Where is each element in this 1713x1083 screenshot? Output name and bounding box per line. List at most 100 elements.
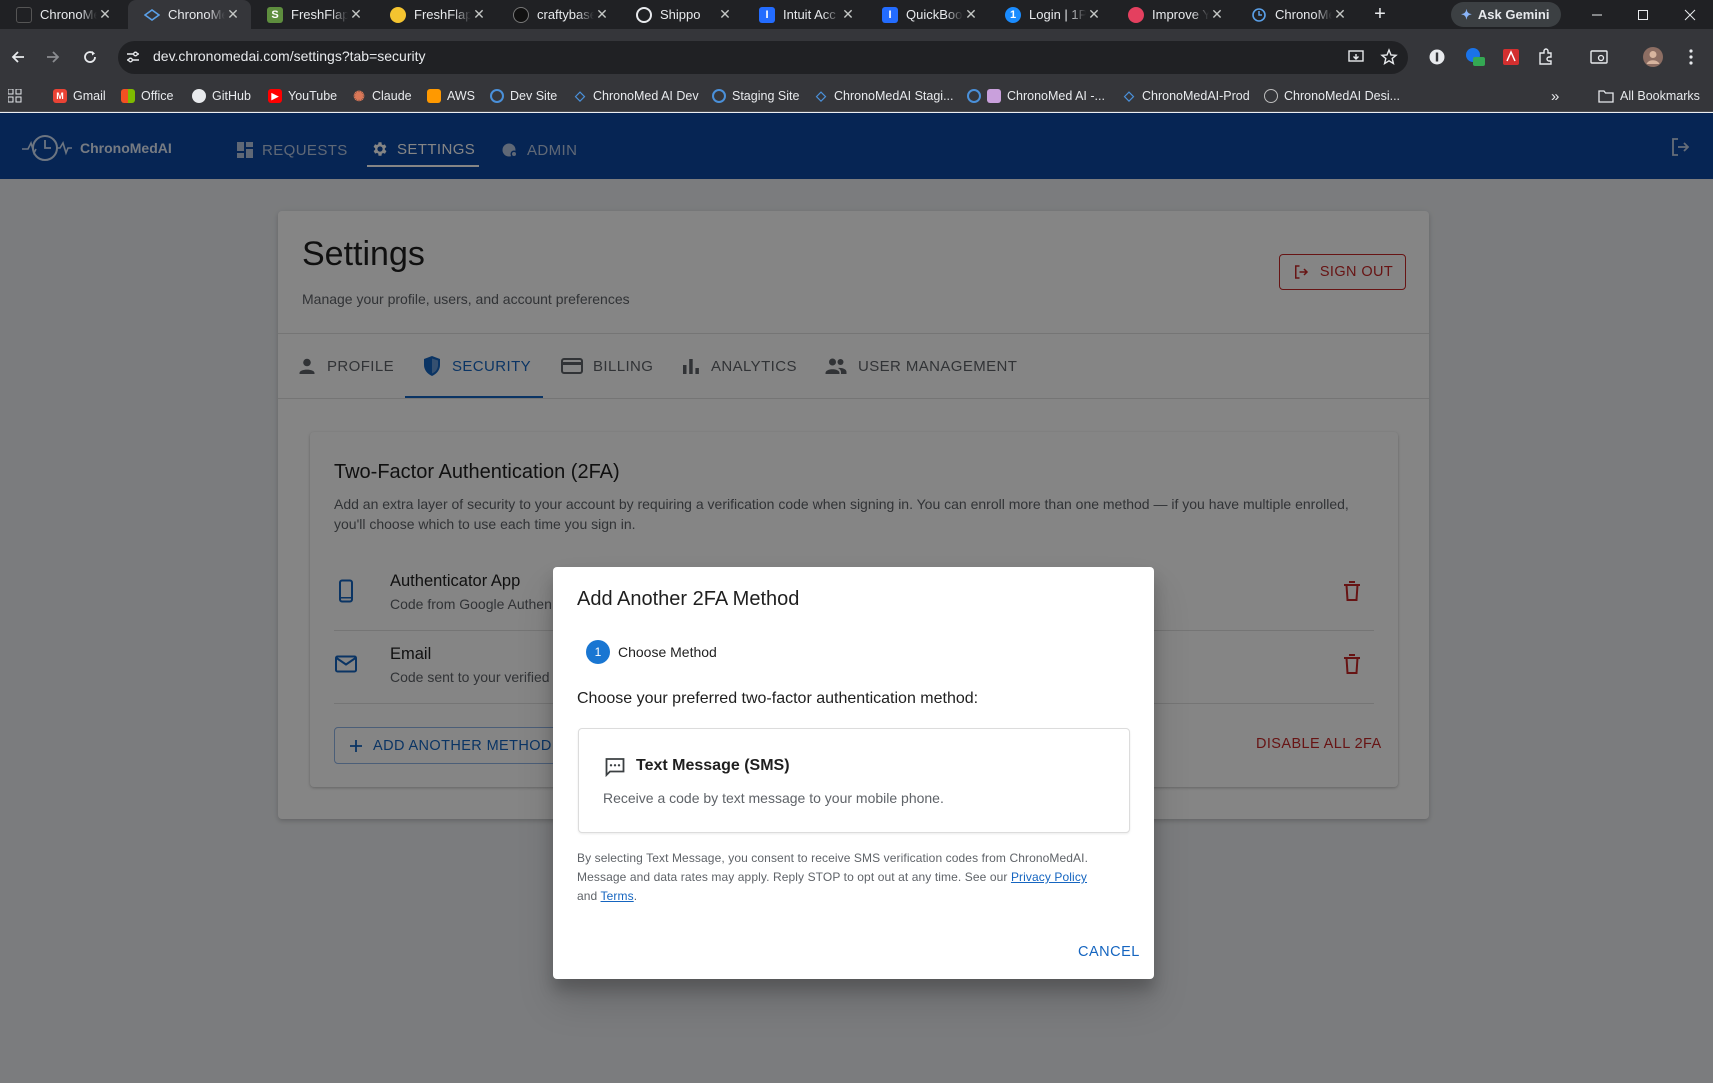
option-description: Receive a code by text message to your m… bbox=[603, 790, 944, 806]
url-text: dev.chronomedai.com/settings?tab=securit… bbox=[153, 48, 426, 64]
chronomed-icon: ◇ bbox=[1124, 88, 1134, 103]
bookmark-label: GitHub bbox=[212, 89, 251, 103]
close-icon[interactable]: ✕ bbox=[1332, 6, 1348, 23]
step-label: Choose Method bbox=[618, 644, 717, 660]
option-title: Text Message (SMS) bbox=[636, 757, 790, 774]
maximize-button[interactable] bbox=[1620, 0, 1666, 29]
browser-tab[interactable]: FreshFlap ✕ bbox=[374, 0, 497, 29]
browser-tab[interactable]: 1 Login | 1P ✕ bbox=[989, 0, 1112, 29]
bookmark-item[interactable]: ◇ ChronoMedAI-Prod bbox=[1122, 86, 1250, 106]
bookmark-label: YouTube bbox=[288, 89, 338, 103]
bookmark-label: Staging Site bbox=[732, 89, 800, 103]
tab-title: Shippo bbox=[660, 7, 701, 22]
close-icon[interactable]: ✕ bbox=[963, 6, 979, 23]
consent-and: and bbox=[577, 889, 598, 903]
globe-icon bbox=[1264, 89, 1278, 103]
close-icon[interactable]: ✕ bbox=[471, 6, 487, 23]
minimize-button[interactable] bbox=[1574, 0, 1620, 29]
bookmark-item[interactable]: GitHub bbox=[192, 86, 251, 106]
bookmark-item[interactable]: Dev Site bbox=[490, 86, 557, 106]
bookmark-label: ChronoMed AI Dev bbox=[593, 89, 699, 103]
browser-tab[interactable]: ChronoMed ✕ bbox=[0, 0, 123, 29]
sms-consent-text: By selecting Text Message, you consent t… bbox=[577, 849, 1137, 906]
close-icon[interactable]: ✕ bbox=[1209, 6, 1225, 23]
extension-us-icon[interactable] bbox=[1464, 46, 1486, 68]
bookmark-item[interactable]: ✺ Claude bbox=[352, 86, 412, 106]
privacy-policy-link[interactable]: Privacy Policy bbox=[1011, 870, 1087, 884]
quickbooks-icon: I bbox=[882, 6, 898, 23]
chronomed-icon bbox=[144, 7, 160, 23]
new-tab-button[interactable]: + bbox=[1367, 2, 1393, 28]
bookmark-item[interactable]: ChronoMed AI -... bbox=[967, 86, 1105, 106]
tab-title: ChronoMed bbox=[40, 7, 97, 22]
browser-tab[interactable]: craftybase ✕ bbox=[497, 0, 620, 29]
more-bookmarks-icon[interactable]: » bbox=[1551, 86, 1559, 106]
browser-tab[interactable]: ChronoMed ✕ bbox=[1235, 0, 1358, 29]
bookmark-item[interactable]: ◇ ChronoMedAI Stagi... bbox=[814, 86, 954, 106]
bookmark-item[interactable]: Staging Site bbox=[712, 86, 799, 106]
browser-tab[interactable]: Shippo ✕ bbox=[620, 0, 743, 29]
onepassword-extension-icon[interactable] bbox=[1426, 46, 1448, 68]
chrome-menu-icon[interactable] bbox=[1680, 46, 1702, 68]
clock-icon bbox=[967, 89, 981, 103]
bookmark-label: Dev Site bbox=[510, 89, 558, 103]
browser-tab[interactable]: S FreshFlap ✕ bbox=[251, 0, 374, 29]
close-icon[interactable]: ✕ bbox=[840, 6, 856, 23]
browser-tab[interactable]: Improve Y ✕ bbox=[1112, 0, 1235, 29]
bookmark-label: ChronoMedAI-Prod bbox=[1142, 89, 1250, 103]
side-panel-icon[interactable] bbox=[1588, 46, 1610, 68]
dialog-prompt: Choose your preferred two-factor authent… bbox=[577, 690, 979, 707]
freshflap-icon bbox=[390, 6, 406, 23]
extensions-puzzle-icon[interactable] bbox=[1535, 46, 1557, 68]
close-icon[interactable]: ✕ bbox=[225, 6, 241, 23]
bookmark-item[interactable]: ◇ ChronoMed AI Dev bbox=[573, 86, 699, 106]
close-icon[interactable]: ✕ bbox=[348, 6, 364, 23]
bookmark-label: ChronoMed AI -... bbox=[1007, 89, 1105, 103]
dialog-title: Add Another 2FA Method bbox=[577, 588, 800, 610]
pdf-extension-icon[interactable] bbox=[1500, 46, 1522, 68]
close-icon[interactable]: ✕ bbox=[594, 6, 610, 23]
youtube-icon: ▶ bbox=[268, 89, 282, 103]
bookmark-item[interactable]: ▶ YouTube bbox=[268, 86, 337, 106]
reload-button[interactable] bbox=[74, 41, 106, 73]
profile-avatar[interactable] bbox=[1642, 46, 1664, 68]
tab-title: ChronoMed bbox=[1275, 7, 1332, 22]
onepassword-icon: 1 bbox=[1005, 6, 1021, 23]
site-info-icon[interactable] bbox=[122, 46, 144, 68]
bookmark-item[interactable]: Office bbox=[121, 86, 173, 106]
ask-gemini-button[interactable]: ✦ Ask Gemini bbox=[1451, 2, 1562, 27]
intuit-icon: I bbox=[759, 6, 775, 23]
aws-icon bbox=[427, 89, 441, 103]
clock-icon bbox=[712, 89, 726, 103]
back-button[interactable] bbox=[2, 41, 34, 73]
all-bookmarks-button[interactable]: All Bookmarks bbox=[1598, 86, 1700, 106]
close-icon[interactable]: ✕ bbox=[97, 6, 113, 23]
install-app-icon[interactable] bbox=[1345, 46, 1367, 68]
github-icon bbox=[192, 89, 206, 103]
cancel-button[interactable]: CANCEL bbox=[1078, 944, 1140, 960]
browser-tab-active[interactable]: ChronoMed ✕ bbox=[128, 0, 251, 29]
bookmark-label: AWS bbox=[447, 89, 476, 103]
tab-title: FreshFlap bbox=[291, 7, 348, 22]
bookmark-item[interactable]: ChronoMedAI Desi... bbox=[1264, 86, 1400, 106]
shopify-icon: S bbox=[267, 6, 283, 23]
browser-tab[interactable]: I QuickBoo ✕ bbox=[866, 0, 989, 29]
forward-button[interactable] bbox=[37, 41, 69, 73]
claude-icon: ✺ bbox=[353, 87, 365, 104]
apps-grid-icon[interactable] bbox=[8, 86, 22, 106]
terms-link[interactable]: Terms bbox=[601, 889, 634, 903]
bookmark-star-icon[interactable] bbox=[1378, 46, 1400, 68]
craftybase-icon bbox=[513, 6, 529, 23]
close-icon[interactable]: ✕ bbox=[1086, 6, 1102, 23]
bookmark-item[interactable]: M Gmail bbox=[53, 86, 106, 106]
folder-icon bbox=[1598, 89, 1614, 103]
sms-method-option[interactable] bbox=[578, 728, 1130, 833]
bookmark-item[interactable]: AWS bbox=[427, 86, 475, 106]
close-icon[interactable]: ✕ bbox=[717, 6, 733, 23]
shippo-icon bbox=[636, 6, 652, 23]
tab-title: FreshFlap bbox=[414, 7, 471, 22]
close-window-button[interactable] bbox=[1667, 0, 1713, 29]
browser-tab[interactable]: I Intuit Acc ✕ bbox=[743, 0, 866, 29]
chronomed-icon bbox=[1251, 7, 1267, 23]
bookmark-label: ChronoMedAI Stagi... bbox=[834, 89, 954, 103]
